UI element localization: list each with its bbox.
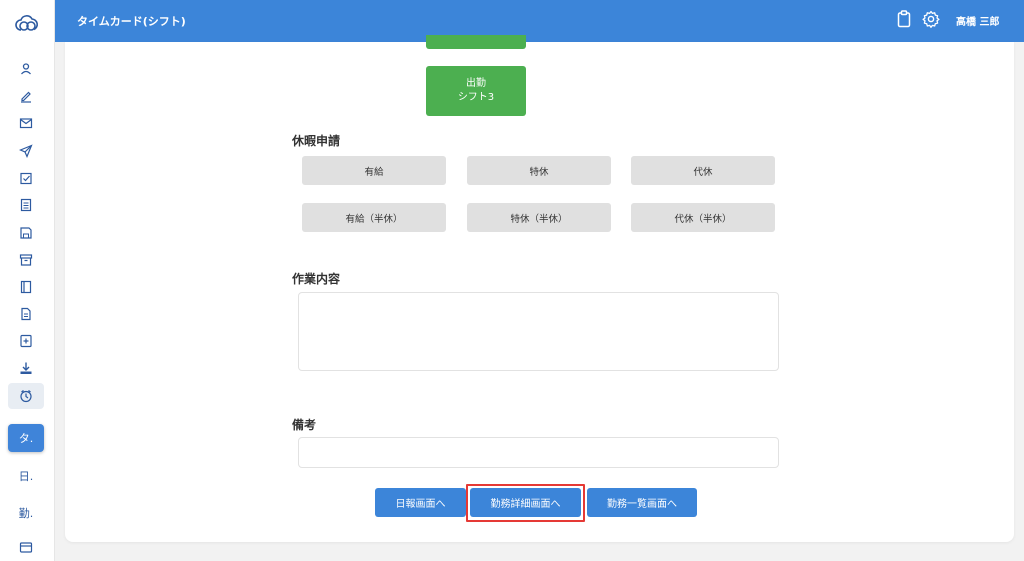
file-add-icon[interactable] [17,332,35,350]
leave-request-title: 休暇申請 [292,134,341,148]
user-icon[interactable] [17,60,35,78]
clock-in-shift-button[interactable]: 出勤 シフト3 [426,66,526,116]
sidebar-item-work[interactable]: 勤. [8,499,44,527]
timecard-icon[interactable] [8,383,44,409]
clipboard-icon[interactable] [897,10,911,28]
gear-icon[interactable] [922,10,940,28]
compensatory-leave-half-button[interactable]: 代休（半休） [631,203,775,232]
work-content-textarea[interactable] [298,292,779,371]
user-name[interactable]: 高橋 三郎 [956,13,999,28]
sidebar-item-daily[interactable]: 日. [8,462,44,490]
special-leave-button[interactable]: 特休 [467,156,611,185]
paid-leave-button[interactable]: 有給 [302,156,446,185]
document-list-icon[interactable] [17,196,35,214]
cloud-logo-icon[interactable] [13,12,41,34]
save-icon[interactable] [17,224,35,242]
compensatory-leave-button[interactable]: 代休 [631,156,775,185]
notes-input[interactable] [298,437,779,468]
shift-label: シフト3 [457,92,495,103]
download-icon[interactable] [17,359,35,377]
highlight-box [466,484,585,522]
attendance-button-partial[interactable] [426,35,526,49]
work-list-button[interactable]: 勤務一覧画面へ [587,488,697,517]
mail-icon[interactable] [17,114,35,132]
work-content-title: 作業内容 [292,272,341,286]
wallet-icon[interactable] [17,538,35,556]
sidebar: タ. 日. 勤. [0,0,55,561]
notes-title: 備考 [292,418,317,432]
page-title: タイムカード(シフト) [77,15,186,28]
file-icon[interactable] [17,305,35,323]
header: タイムカード(シフト) 高橋 三郎 [55,0,1024,42]
sidebar-item-timecard[interactable]: タ. [8,424,44,452]
pencil-icon[interactable] [17,87,35,105]
paid-leave-half-button[interactable]: 有給（半休） [302,203,446,232]
send-icon[interactable] [17,142,35,160]
daily-report-button[interactable]: 日報画面へ [375,488,466,517]
archive-icon[interactable] [17,251,35,269]
clock-in-label: 出勤 [466,78,486,89]
special-leave-half-button[interactable]: 特休（半休） [467,203,611,232]
notebook-icon[interactable] [17,278,35,296]
checkbox-icon[interactable] [17,169,35,187]
